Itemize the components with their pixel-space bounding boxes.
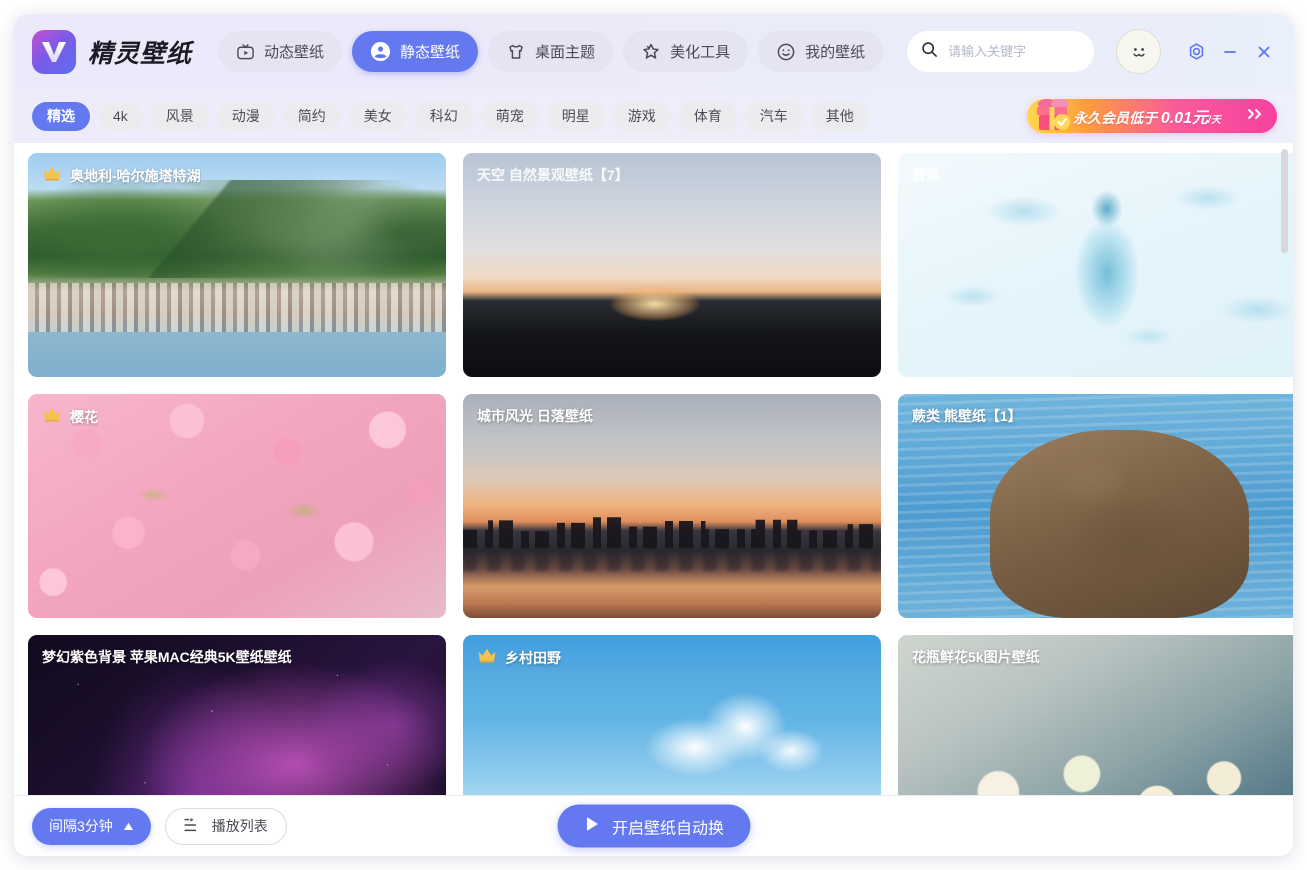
wallpaper-card[interactable]: 碧落: [898, 153, 1293, 377]
tab-my-wallpaper-label: 我的壁纸: [805, 44, 866, 61]
tab-dynamic-wallpaper[interactable]: 动态壁纸: [218, 31, 343, 72]
tab-static-wallpaper-label: 静态壁纸: [400, 44, 461, 61]
category-chip[interactable]: 动漫: [216, 101, 275, 131]
wallpaper-card-header: 梦幻紫色背景 苹果MAC经典5K壁纸壁纸: [28, 635, 306, 679]
app-header: 精灵壁纸 动态壁纸 静态壁纸 桌面主题 美化工具 我的壁纸 请输入关键字: [14, 14, 1293, 89]
app-window: 精灵壁纸 动态壁纸 静态壁纸 桌面主题 美化工具 我的壁纸 请输入关键字 精选 …: [14, 14, 1293, 856]
wallpaper-thumbnail: [898, 153, 1293, 377]
app-logo-icon: [32, 29, 76, 74]
vip-banner-text: 永久会员低于 0.01元/天: [1073, 104, 1221, 128]
wallpaper-title: 碧落: [912, 167, 940, 183]
category-bar: 精选 4k 风景 动漫 简约 美女 科幻 萌宠 明星 游戏 体育 汽车 其他 永久会员低于 0.01元/…: [14, 89, 1293, 143]
wallpaper-grid-scroll-area: 奥地利-哈尔施塔特湖 天空 自然景观壁纸【7】 碧落樱花 城市风光 日落壁纸 蕨类 熊壁…: [14, 143, 1293, 795]
crown-icon: [43, 166, 61, 181]
avatar[interactable]: [1116, 29, 1161, 74]
wallpaper-title: 乡村田野: [505, 649, 561, 666]
smiley-face-icon: [1132, 47, 1145, 57]
category-chip[interactable]: 风景: [150, 101, 209, 131]
tab-my-wallpaper[interactable]: 我的壁纸: [758, 31, 884, 72]
category-chip[interactable]: 4k: [98, 101, 143, 131]
scrollbar-thumb[interactable]: [1281, 149, 1288, 253]
crown-icon: [42, 165, 62, 186]
wallpaper-card[interactable]: 蕨类 熊壁纸【1】: [898, 394, 1293, 618]
vip-banner-price: 0.01元: [1160, 110, 1209, 127]
wallpaper-card-header: 花瓶鲜花5k图片壁纸: [898, 635, 1054, 679]
start-auto-switch-button[interactable]: 开启壁纸自动换: [556, 804, 751, 848]
wallpaper-card-header: 乡村田野: [463, 635, 575, 680]
chevron-right-icon: [1237, 107, 1265, 125]
crown-icon: [477, 647, 497, 668]
beautify-tool-icon: [641, 42, 661, 62]
wallpaper-title: 城市风光 日落壁纸: [477, 408, 593, 424]
wallpaper-title: 花瓶鲜花5k图片壁纸: [912, 649, 1040, 665]
wallpaper-card-header: 蕨类 熊壁纸【1】: [898, 394, 1036, 438]
desktop-theme-icon: [506, 42, 526, 62]
app-footer: 间隔3分钟 播放列表 开启壁纸自动换: [14, 795, 1293, 856]
category-chip[interactable]: 美女: [348, 101, 407, 131]
search-box[interactable]: [907, 31, 1094, 72]
wallpaper-card[interactable]: 乡村田野: [463, 635, 881, 795]
list-icon: [184, 817, 202, 836]
search-input[interactable]: [948, 44, 1080, 59]
my-wallpaper-icon: [776, 42, 796, 62]
playlist-label: 播放列表: [211, 818, 268, 834]
category-chip[interactable]: 简约: [282, 101, 341, 131]
wallpaper-card[interactable]: 天空 自然景观壁纸【7】: [463, 153, 881, 377]
close-button[interactable]: [1251, 39, 1277, 65]
vip-promo-banner[interactable]: 永久会员低于 0.01元/天: [1027, 99, 1277, 133]
tab-desktop-theme-label: 桌面主题: [535, 44, 596, 61]
search-icon: [921, 41, 938, 63]
main-nav-tabs: 动态壁纸 静态壁纸 桌面主题 美化工具 我的壁纸: [218, 31, 884, 72]
wallpaper-card-header: 天空 自然景观壁纸【7】: [463, 153, 643, 197]
category-chip-list: 精选 4k 风景 动漫 简约 美女 科幻 萌宠 明星 游戏 体育 汽车 其他: [32, 101, 869, 131]
window-controls: [1183, 39, 1277, 65]
crown-icon: [478, 648, 496, 663]
crown-icon: [42, 406, 62, 427]
dynamic-wallpaper-icon: [236, 42, 255, 61]
vip-banner-unit: /天: [1208, 115, 1221, 126]
category-chip[interactable]: 萌宠: [480, 101, 539, 131]
wallpaper-card-header: 城市风光 日落壁纸: [463, 394, 607, 438]
wallpaper-card[interactable]: 城市风光 日落壁纸: [463, 394, 881, 618]
crown-icon: [43, 407, 61, 422]
category-chip[interactable]: 精选: [32, 101, 90, 131]
start-auto-switch-label: 开启壁纸自动换: [611, 820, 725, 837]
wallpaper-card[interactable]: 奥地利-哈尔施塔特湖: [28, 153, 446, 377]
category-chip[interactable]: 科幻: [414, 101, 473, 131]
wallpaper-card-header: 碧落: [898, 153, 954, 197]
wallpaper-title: 梦幻紫色背景 苹果MAC经典5K壁纸壁纸: [42, 649, 292, 665]
wallpaper-card[interactable]: 梦幻紫色背景 苹果MAC经典5K壁纸壁纸: [28, 635, 446, 795]
tab-beautify-tool-label: 美化工具: [670, 44, 731, 61]
interval-button[interactable]: 间隔3分钟: [32, 807, 151, 845]
tab-desktop-theme[interactable]: 桌面主题: [488, 31, 614, 72]
tab-dynamic-wallpaper-label: 动态壁纸: [264, 44, 325, 61]
wallpaper-title: 奥地利-哈尔施塔特湖: [70, 167, 201, 184]
vip-banner-prefix: 永久会员低于: [1073, 110, 1157, 126]
app-title: 精灵壁纸: [88, 39, 193, 68]
wallpaper-title: 天空 自然景观壁纸【7】: [477, 167, 629, 183]
caret-up-icon: [123, 818, 134, 834]
category-chip[interactable]: 汽车: [744, 101, 803, 131]
wallpaper-card[interactable]: 花瓶鲜花5k图片壁纸: [898, 635, 1293, 795]
category-chip[interactable]: 游戏: [612, 101, 671, 131]
tab-static-wallpaper[interactable]: 静态壁纸: [352, 31, 479, 72]
wallpaper-title: 樱花: [70, 408, 98, 425]
wallpaper-card-header: 奥地利-哈尔施塔特湖: [28, 153, 215, 198]
tab-beautify-tool[interactable]: 美化工具: [623, 31, 749, 72]
static-wallpaper-icon: [370, 41, 391, 62]
wallpaper-grid: 奥地利-哈尔施塔特湖 天空 自然景观壁纸【7】 碧落樱花 城市风光 日落壁纸 蕨类 熊壁…: [14, 143, 1293, 795]
wallpaper-card[interactable]: 樱花: [28, 394, 446, 618]
interval-label: 间隔3分钟: [49, 818, 113, 834]
play-icon: [583, 815, 600, 837]
gift-box-icon: [1037, 99, 1070, 130]
category-chip[interactable]: 其他: [810, 101, 869, 131]
minimize-button[interactable]: [1217, 39, 1243, 65]
category-chip[interactable]: 明星: [546, 101, 605, 131]
wallpaper-card-header: 樱花: [28, 394, 112, 439]
playlist-button[interactable]: 播放列表: [164, 807, 287, 845]
settings-button[interactable]: [1183, 39, 1209, 65]
category-chip[interactable]: 体育: [678, 101, 737, 131]
wallpaper-title: 蕨类 熊壁纸【1】: [912, 408, 1022, 424]
